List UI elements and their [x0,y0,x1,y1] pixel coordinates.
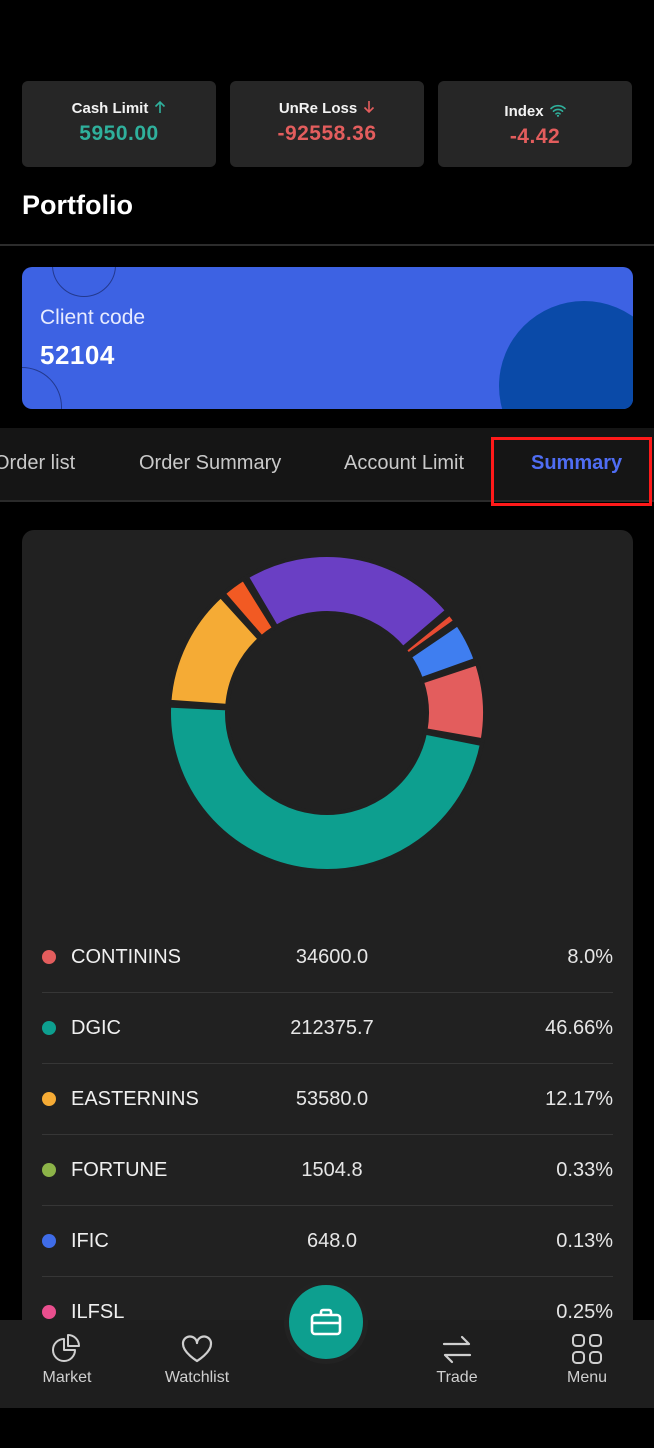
legend-dot [42,950,56,964]
legend-name: EASTERNINS [71,1088,199,1110]
nav-trade[interactable]: Trade [402,1333,512,1387]
legend-dot [42,1092,56,1106]
tab-order-summary[interactable]: Order Summary [139,452,281,475]
legend-percent: 12.17% [545,1088,613,1110]
legend-row[interactable]: IFIC 648.0 0.13% [42,1206,613,1277]
index-value: -4.42 [509,124,561,148]
nav-menu-label: Menu [566,1369,608,1386]
unrealized-loss-card: UnRe Loss -92558.36 [230,81,424,167]
index-label: Index [504,103,544,120]
unrealized-loss-value: -92558.36 [277,122,377,146]
page-title: Portfolio [22,190,133,220]
legend-name: DGIC [71,1017,121,1039]
legend-row[interactable]: CONTININS 34600.0 8.0% [42,922,613,993]
legend-percent: 46.66% [545,1017,613,1039]
heart-icon [181,1335,213,1363]
donut-chart [169,555,485,871]
cash-limit-card: Cash Limit 5950.00 [22,81,216,167]
arrow-down-icon [363,100,375,118]
arrow-up-icon [154,100,166,118]
swap-arrows-icon [442,1335,472,1364]
wifi-icon [549,104,566,121]
legend-row[interactable]: FORTUNE 1504.8 0.33% [42,1135,613,1206]
legend-name: FORTUNE [71,1159,168,1181]
legend-amount: 34600.0 [295,946,369,968]
system-bar [0,1408,654,1448]
legend-percent: 8.0% [567,946,613,968]
legend-dot [42,1305,56,1319]
legend-row[interactable]: DGIC 212375.7 46.66% [42,993,613,1064]
nav-market-label: Market [42,1369,92,1386]
legend-row[interactable]: EASTERNINS 53580.0 12.17% [42,1064,613,1135]
legend-name: IFIC [71,1230,109,1252]
unrealized-loss-label: UnRe Loss [278,100,358,117]
nav-market[interactable]: Market [12,1333,122,1387]
cash-limit-label: Cash Limit [71,100,149,117]
decor-circle [22,367,62,409]
nav-menu[interactable]: Menu [532,1333,642,1387]
legend-percent: 0.33% [556,1159,613,1181]
briefcase-icon [310,1308,342,1336]
pie-chart-icon [52,1334,80,1362]
nav-watchlist-label: Watchlist [164,1369,230,1386]
nav-watchlist[interactable]: Watchlist [142,1333,252,1387]
trade-fab-button[interactable] [284,1280,368,1364]
grid-icon [572,1334,602,1364]
legend-dot [42,1234,56,1248]
donut-slice[interactable] [244,555,451,651]
legend-dot [42,1021,56,1035]
nav-trade-label: Trade [436,1369,478,1386]
legend-amount: 1504.8 [301,1159,363,1181]
legend-name: CONTININS [71,946,181,968]
legend-amount: 53580.0 [295,1088,369,1110]
tab-highlight-box [491,437,652,506]
legend-percent: 0.13% [556,1230,613,1252]
decor-circle [499,301,633,409]
decor-circle [52,267,116,297]
legend-dot [42,1163,56,1177]
header-divider [0,244,654,246]
client-code-value: 52104 [40,340,115,370]
legend-amount: 212375.7 [290,1017,374,1039]
client-code-label: Client code [40,306,146,329]
client-code-card: Client code 52104 [22,267,633,409]
tab-account-limit[interactable]: Account Limit [344,452,464,475]
cash-limit-value: 5950.00 [79,122,159,146]
tab-order-list[interactable]: Order list [0,452,75,475]
legend-amount: 648.0 [306,1230,358,1252]
index-card: Index -4.42 [438,81,632,167]
